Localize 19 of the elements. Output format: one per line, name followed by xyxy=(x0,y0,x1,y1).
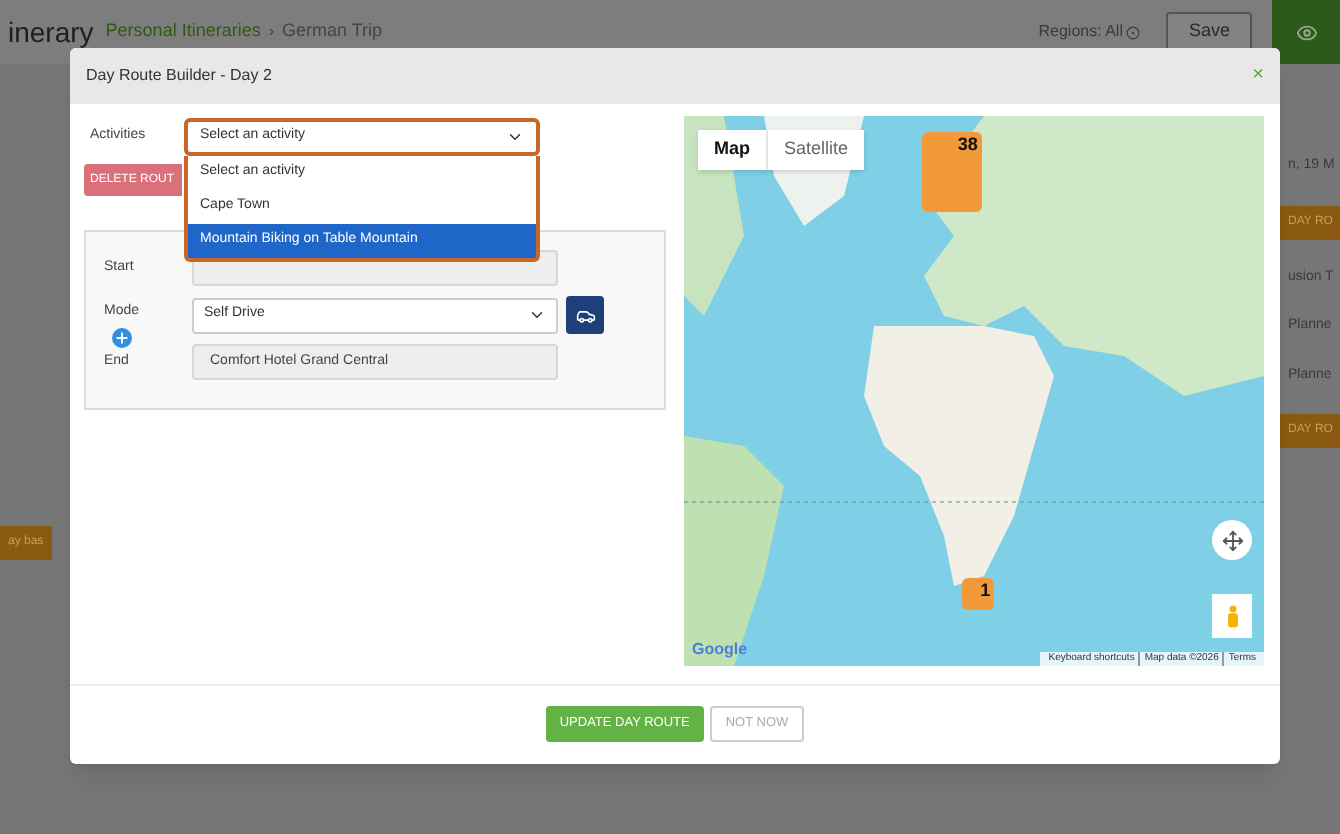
car-icon xyxy=(575,305,595,325)
circle-icon xyxy=(1126,25,1141,39)
car-button[interactable] xyxy=(566,296,604,334)
map-type-tab[interactable]: Map xyxy=(698,130,766,170)
save-button[interactable]: Save xyxy=(1166,12,1252,52)
move-icon xyxy=(1221,529,1243,551)
map-cluster-marker[interactable]: 38 xyxy=(921,132,982,213)
regions-label: Regions: All xyxy=(1038,20,1123,44)
add-stop-button[interactable] xyxy=(112,327,132,347)
breadcrumb-separator: › xyxy=(268,20,275,44)
map-logo: Google xyxy=(692,638,748,662)
page-title: inerary xyxy=(8,13,94,52)
chevron-icon xyxy=(528,306,546,324)
plus-icon xyxy=(114,329,130,345)
person-icon xyxy=(1225,604,1239,628)
view-button[interactable] xyxy=(1272,0,1340,64)
eye-icon xyxy=(1295,21,1317,43)
dialog-title: Day Route Builder - Day 2 xyxy=(86,64,274,88)
map-cluster-marker[interactable]: 1 xyxy=(962,578,995,610)
